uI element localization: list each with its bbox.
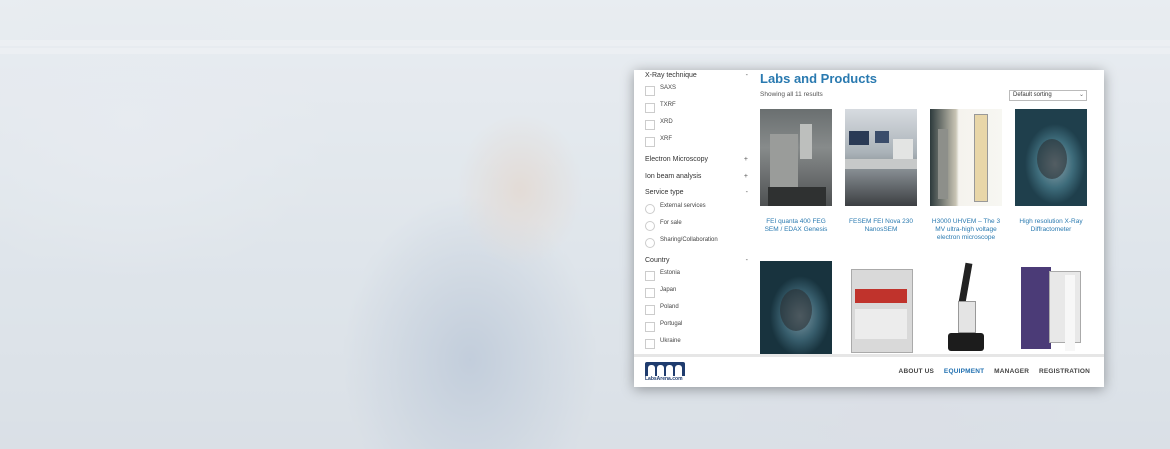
- checkbox[interactable]: [645, 288, 655, 298]
- nav-manager[interactable]: MANAGER: [994, 368, 1029, 375]
- product-image[interactable]: [1015, 109, 1087, 206]
- product-card[interactable]: [845, 261, 917, 358]
- facet-ion-beam-analysis[interactable]: Ion beam analysis +: [645, 173, 748, 180]
- product-name[interactable]: FEI quanta 400 FEG SEM / EDAX Genesis: [760, 218, 832, 234]
- product-image[interactable]: [845, 109, 917, 206]
- filter-sidebar: X-Ray technique - SAXS TXRF XRD XRF Elec…: [634, 70, 765, 354]
- facet-country[interactable]: Country -: [645, 257, 748, 264]
- collapse-toggle[interactable]: -: [746, 72, 748, 79]
- radio-button[interactable]: [645, 204, 655, 214]
- collapse-toggle[interactable]: -: [746, 257, 748, 264]
- product-card[interactable]: FESEM FEI Nova 230 NanosSEM: [845, 109, 917, 234]
- checkbox[interactable]: [645, 103, 655, 113]
- product-image[interactable]: [845, 261, 917, 358]
- checkbox[interactable]: [645, 120, 655, 130]
- checkbox[interactable]: [645, 137, 655, 147]
- product-image[interactable]: [760, 261, 832, 358]
- product-card[interactable]: [760, 261, 832, 358]
- collapse-toggle[interactable]: -: [746, 189, 748, 196]
- sort-dropdown[interactable]: Default sorting ⌄: [1009, 90, 1087, 101]
- product-image[interactable]: [930, 261, 1002, 358]
- page-title: Labs and Products: [760, 71, 878, 86]
- facet-electron-microscopy[interactable]: Electron Microscopy +: [645, 156, 748, 163]
- facet-service-type[interactable]: Service type -: [645, 189, 748, 196]
- footer-nav: ABOUT US EQUIPMENT MANAGER REGISTRATION: [891, 368, 1090, 375]
- checkbox[interactable]: [645, 305, 655, 315]
- product-name[interactable]: FESEM FEI Nova 230 NanosSEM: [845, 218, 917, 234]
- checkbox[interactable]: [645, 339, 655, 349]
- nav-equipment[interactable]: EQUIPMENT: [944, 368, 984, 375]
- product-image[interactable]: [1015, 261, 1087, 358]
- radio-button[interactable]: [645, 238, 655, 248]
- site-footer: LabsArena.com ABOUT US EQUIPMENT MANAGER…: [634, 354, 1104, 387]
- expand-toggle[interactable]: +: [744, 156, 748, 163]
- radio-button[interactable]: [645, 221, 655, 231]
- product-card[interactable]: [930, 261, 1002, 358]
- checkbox[interactable]: [645, 322, 655, 332]
- nav-about-us[interactable]: ABOUT US: [899, 368, 935, 375]
- product-card[interactable]: High resolution X-Ray Diffractometer: [1015, 109, 1087, 234]
- product-name[interactable]: H3000 UHVEM – The 3 MV ultra-high voltag…: [930, 218, 1002, 241]
- nav-registration[interactable]: REGISTRATION: [1039, 368, 1090, 375]
- product-card[interactable]: FEI quanta 400 FEG SEM / EDAX Genesis: [760, 109, 832, 234]
- product-listing: Labs and Products Showing all 11 results…: [759, 70, 1099, 358]
- chevron-down-icon: ⌄: [1078, 92, 1084, 98]
- product-card[interactable]: H3000 UHVEM – The 3 MV ultra-high voltag…: [930, 109, 1002, 241]
- facet-xray-technique[interactable]: X-Ray technique -: [645, 72, 748, 79]
- product-card[interactable]: [1015, 261, 1087, 358]
- checkbox[interactable]: [645, 86, 655, 96]
- product-image[interactable]: [930, 109, 1002, 206]
- checkbox[interactable]: [645, 271, 655, 281]
- site-screenshot-card: X-Ray technique - SAXS TXRF XRD XRF Elec…: [634, 70, 1104, 387]
- expand-toggle[interactable]: +: [744, 173, 748, 180]
- product-name[interactable]: High resolution X-Ray Diffractometer: [1015, 218, 1087, 234]
- product-image[interactable]: [760, 109, 832, 206]
- labsarena-logo[interactable]: LabsArena.com: [645, 362, 685, 383]
- result-count: Showing all 11 results: [760, 91, 823, 98]
